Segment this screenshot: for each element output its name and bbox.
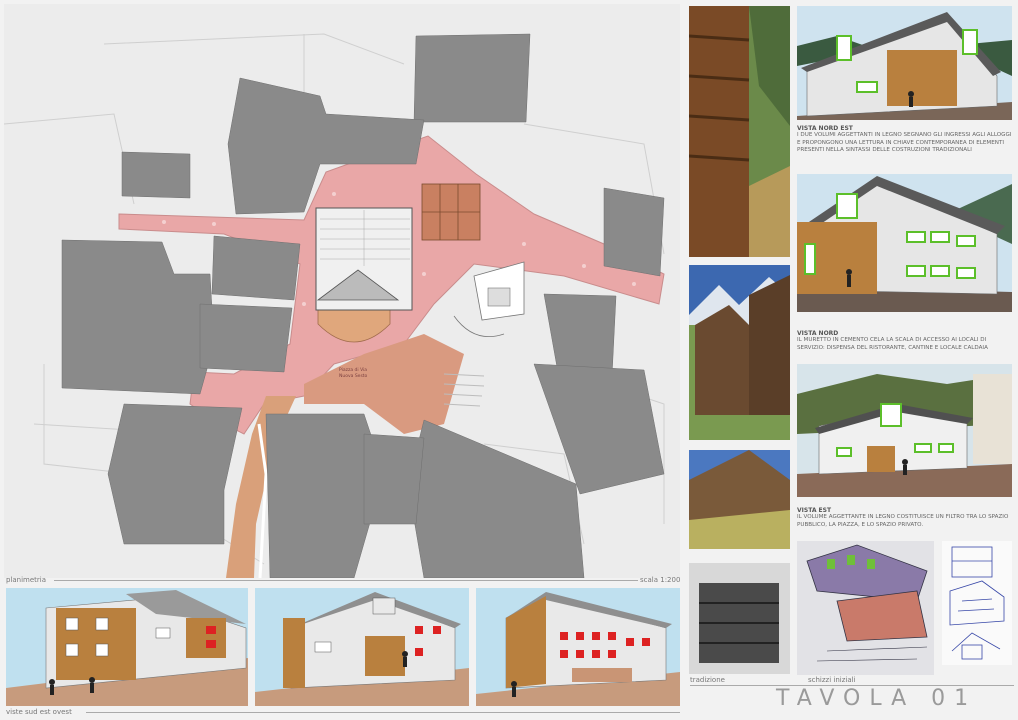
caption-1-title: VISTA NORD EST [797, 125, 853, 132]
sketch-1 [797, 541, 934, 675]
render-view-west [476, 588, 680, 706]
caption-3-text: Il volume aggettante in legno costituisc… [797, 514, 1009, 528]
sketch-label: schizzi iniziali [808, 676, 856, 684]
board-title: TAVOLA 01 [776, 686, 978, 711]
caption-3-title: VISTA EST [797, 507, 832, 514]
render-nord-est [797, 6, 1012, 120]
deck-plan [421, 183, 481, 241]
views-label: viste sud est ovest [6, 708, 72, 716]
site-plan: Piazza di Via Nuova Sesto [4, 4, 680, 578]
render-view-south [6, 588, 248, 706]
render-view-east [255, 588, 469, 706]
square-label: Piazza di Via [339, 367, 367, 373]
photo-tradition-1 [689, 6, 790, 257]
tradition-label: tradizione [690, 676, 725, 684]
caption-2-title: VISTA NORD [797, 330, 839, 337]
render-nord [797, 174, 1012, 312]
scale-label: scala 1:200 [640, 576, 681, 584]
photo-tradition-4 [689, 563, 790, 674]
photo-tradition-3 [689, 450, 790, 549]
site-plan-drawing: Piazza di Via Nuova Sesto [4, 4, 680, 578]
sketch-2 [942, 541, 1012, 665]
caption-1-text: I due volumi aggettanti in legno segnano… [797, 132, 1012, 154]
plan-rule [54, 580, 638, 581]
render-est [797, 364, 1012, 497]
square-label-2: Nuova Sesto [339, 373, 368, 379]
caption-2-text: Il muretto in cemento cela la scala di a… [797, 337, 988, 351]
plan-label: planimetria [6, 576, 47, 584]
photo-tradition-2 [689, 265, 790, 440]
views-rule [86, 712, 680, 713]
